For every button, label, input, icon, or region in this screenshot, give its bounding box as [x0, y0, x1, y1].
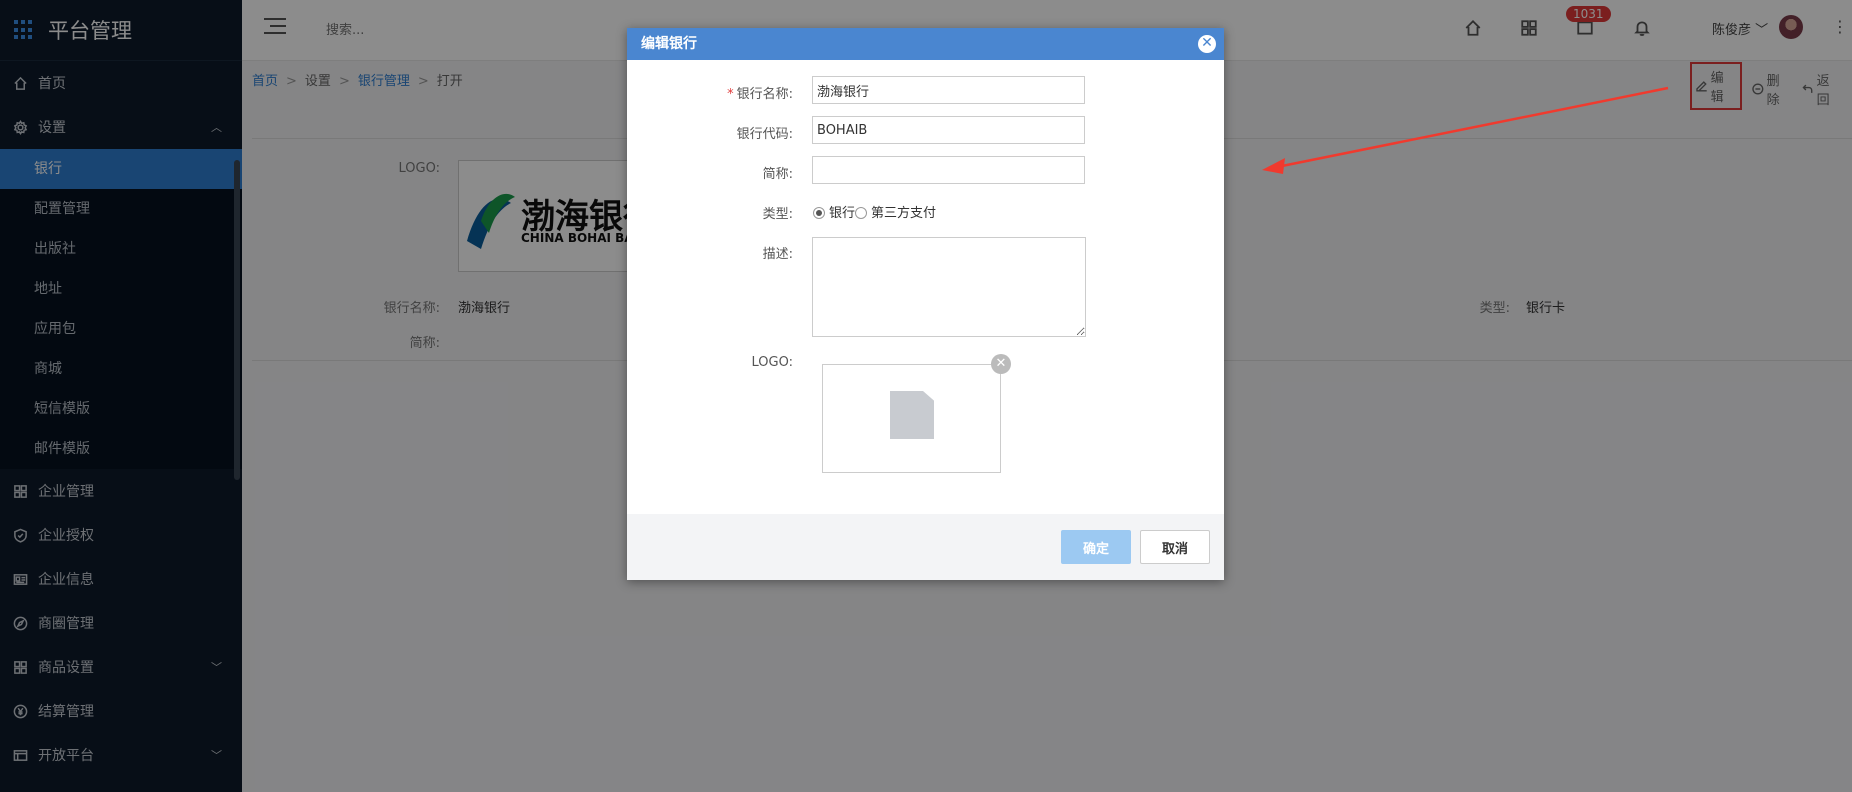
radio-checked-icon — [813, 207, 825, 219]
confirm-button[interactable]: 确定 — [1061, 530, 1131, 564]
type-radio-group: 银行 第三方支付 — [813, 202, 936, 221]
edit-bank-dialog: 编辑银行 ✕ *银行名称: 银行代码: 简称: 类型: 银行第三方支付 描述: … — [627, 28, 1224, 580]
bank-code-input[interactable] — [812, 116, 1085, 144]
bank-name-label-text: 银行名称: — [736, 87, 793, 102]
description-label: 描述: — [762, 247, 793, 262]
bank-code-label: 银行代码: — [736, 127, 793, 142]
type-radio-third-party-label: 第三方支付 — [871, 206, 937, 221]
short-name-input[interactable] — [812, 156, 1085, 184]
image-placeholder-icon — [890, 391, 934, 439]
logo-upload-area[interactable] — [822, 364, 1001, 473]
cancel-button[interactable]: 取消 — [1140, 530, 1210, 564]
close-icon[interactable]: ✕ — [1198, 35, 1216, 53]
dialog-header: 编辑银行 ✕ — [627, 28, 1224, 60]
remove-image-icon[interactable]: ✕ — [991, 354, 1011, 374]
dialog-title: 编辑银行 — [641, 36, 697, 52]
type-radio-bank[interactable]: 银行 — [813, 206, 855, 221]
type-label: 类型: — [762, 207, 793, 222]
required-mark: * — [727, 87, 734, 102]
bank-name-label: * 银行名称: — [683, 83, 793, 102]
logo-label: LOGO: — [751, 355, 793, 370]
bank-name-input[interactable] — [812, 76, 1085, 104]
radio-unchecked-icon — [855, 207, 868, 219]
type-radio-third-party[interactable]: 第三方支付 — [855, 206, 936, 221]
short-name-label: 简称: — [762, 167, 793, 182]
dialog-footer: 确定 取消 — [627, 514, 1224, 580]
type-radio-bank-label: 银行 — [829, 206, 856, 221]
description-textarea[interactable] — [812, 237, 1086, 337]
